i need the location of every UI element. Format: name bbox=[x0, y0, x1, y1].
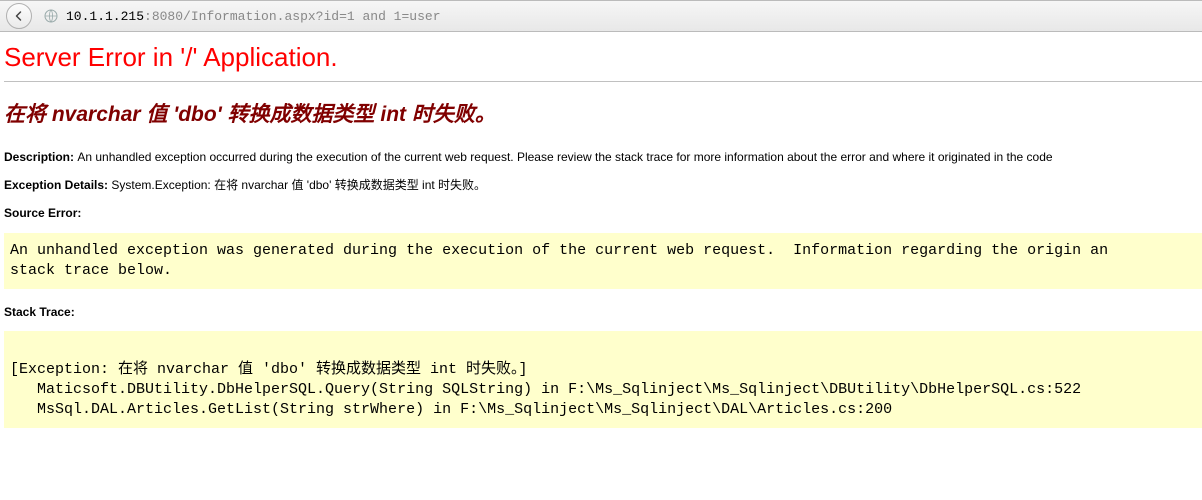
exception-label: Exception Details: bbox=[4, 178, 111, 192]
heading-int: int bbox=[380, 103, 406, 126]
url-host: 10.1.1.215 bbox=[66, 9, 144, 24]
source-error-block: An unhandled exception was generated dur… bbox=[4, 233, 1202, 290]
source-error-label: Source Error: bbox=[4, 206, 81, 220]
url-port: 8080 bbox=[152, 9, 183, 24]
heading-text-mid1: 值 bbox=[141, 103, 174, 126]
url-path: /Information.aspx?id=1 and 1=user bbox=[183, 9, 440, 24]
exception-text: System.Exception: 在将 nvarchar 值 'dbo' 转换… bbox=[111, 178, 486, 192]
heading-text-pre: 在将 bbox=[4, 103, 52, 126]
back-button[interactable] bbox=[6, 3, 32, 29]
url-port-sep: : bbox=[144, 9, 152, 24]
error-heading: 在将 nvarchar 值 'dbo' 转换成数据类型 int 时失败。 bbox=[4, 98, 1202, 128]
description-row: Description: An unhandled exception occu… bbox=[4, 148, 1202, 166]
exception-row: Exception Details: System.Exception: 在将 … bbox=[4, 176, 1202, 194]
description-label: Description: bbox=[4, 150, 77, 164]
description-text: An unhandled exception occurred during t… bbox=[77, 150, 1052, 164]
stack-trace-label: Stack Trace: bbox=[4, 305, 75, 319]
globe-icon bbox=[42, 7, 60, 25]
stack-trace-row: Stack Trace: bbox=[4, 303, 1202, 321]
heading-dbo: 'dbo' bbox=[173, 103, 221, 126]
heading-text-post: 时失败。 bbox=[406, 103, 496, 126]
stack-trace-block: [Exception: 在将 nvarchar 值 'dbo' 转换成数据类型 … bbox=[4, 331, 1202, 428]
browser-toolbar: 10.1.1.215:8080/Information.aspx?id=1 an… bbox=[0, 0, 1202, 32]
title-rule bbox=[4, 81, 1202, 82]
back-arrow-icon bbox=[13, 10, 25, 22]
heading-nvarchar: nvarchar bbox=[52, 103, 141, 126]
page-content: Server Error in '/' Application. 在将 nvar… bbox=[0, 32, 1202, 428]
server-error-title: Server Error in '/' Application. bbox=[4, 42, 1202, 81]
heading-text-mid2: 转换成数据类型 bbox=[222, 103, 381, 126]
source-error-row: Source Error: bbox=[4, 204, 1202, 222]
address-bar[interactable]: 10.1.1.215:8080/Information.aspx?id=1 an… bbox=[66, 9, 441, 24]
